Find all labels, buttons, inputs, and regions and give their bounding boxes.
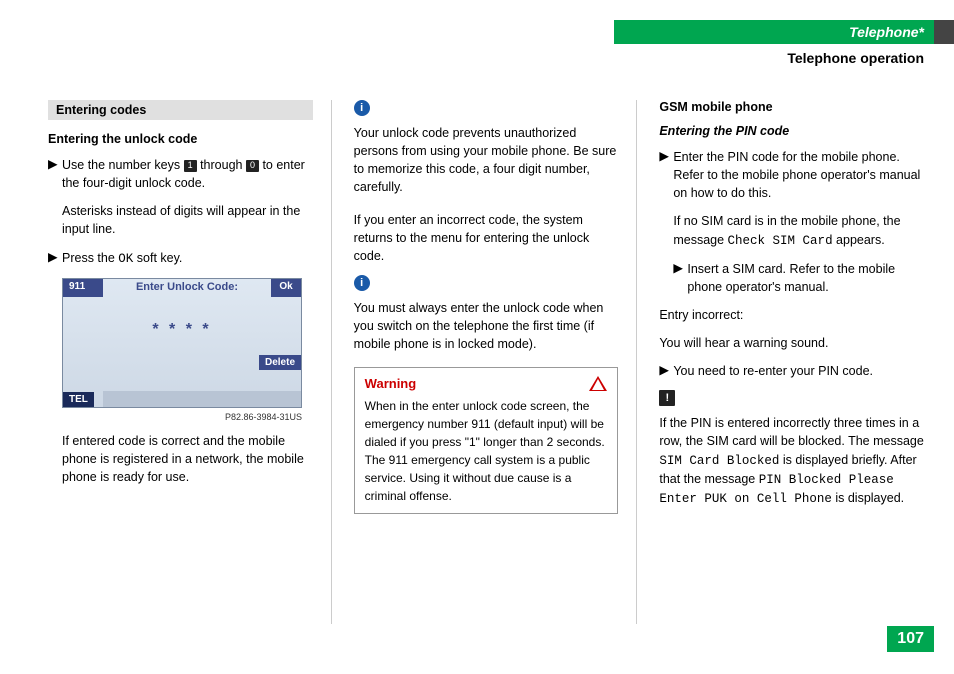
text: Press the [62, 251, 118, 265]
nested-step: ▶ Insert a SIM card. Refer to the mobile… [673, 260, 924, 296]
screen-label-911: 911 [63, 279, 103, 297]
page-number: 107 [887, 626, 934, 652]
column-1: Entering codes Entering the unlock code … [48, 100, 332, 624]
image-caption-code: P82.86-3984-31US [62, 412, 302, 422]
info-text: You must always enter the unlock code wh… [354, 299, 619, 353]
screen-softkey-delete: Delete [259, 355, 301, 370]
paragraph: If entered code is correct and the mobil… [62, 432, 313, 486]
display-msg-sim-blocked: SIM Card Blocked [659, 454, 779, 468]
step-text: You need to re-enter your PIN code. [673, 362, 924, 380]
subheading-gsm: GSM mobile phone [659, 100, 924, 114]
triangle-icon: ▶ [659, 362, 673, 380]
info-icon: i [354, 100, 370, 116]
text: appears. [833, 233, 885, 247]
step-text: Use the number keys 1 through 0 to enter… [62, 156, 313, 192]
screen-tab-tel: TEL [63, 392, 94, 407]
header-section-title: Telephone* [849, 24, 924, 40]
step-item: ▶ Press the OK soft key. [48, 249, 313, 268]
text: is displayed. [832, 491, 904, 505]
step-text: Insert a SIM card. Refer to the mobile p… [687, 260, 924, 296]
step-text: Press the OK soft key. [62, 249, 313, 268]
step-text: Enter the PIN code for the mobile phone.… [673, 148, 924, 202]
display-screenshot: 911 Enter Unlock Code: Ok * * * * Delete… [62, 278, 302, 408]
manual-page: Telephone* Telephone operation Entering … [0, 0, 954, 674]
text: soft key. [133, 251, 182, 265]
subheading-unlock: Entering the unlock code [48, 132, 313, 146]
step-followup: Asterisks instead of digits will appear … [62, 202, 313, 238]
paragraph: You will hear a warning sound. [659, 334, 924, 352]
screen-title: Enter Unlock Code: [103, 279, 271, 297]
triangle-icon: ▶ [48, 156, 62, 192]
warning-triangle-icon [589, 376, 607, 391]
info-note: i [354, 275, 619, 291]
text: If the PIN is entered incorrectly three … [659, 416, 923, 448]
column-3: GSM mobile phone Entering the PIN code ▶… [659, 100, 924, 624]
column-2: i Your unlock code prevents unauthorized… [354, 100, 638, 624]
exclamation-icon: ! [659, 390, 675, 406]
important-note: ! [659, 390, 924, 406]
triangle-icon: ▶ [48, 249, 62, 268]
note-text: If the PIN is entered incorrectly three … [659, 414, 924, 508]
triangle-icon: ▶ [673, 260, 687, 296]
step-item: ▶ You need to re-enter your PIN code. [659, 362, 924, 380]
step-item: ▶ Use the number keys 1 through 0 to ent… [48, 156, 313, 192]
info-text: Your unlock code prevents unauthorized p… [354, 124, 619, 197]
header-subsection: Telephone operation [787, 50, 924, 66]
paragraph: Entry incorrect: [659, 306, 924, 324]
thumb-tab [934, 20, 954, 44]
warning-title: Warning [365, 376, 417, 391]
warning-box: Warning When in the enter unlock code sc… [354, 367, 619, 514]
text: Use the number keys [62, 158, 184, 172]
softkey-ok: OK [118, 252, 133, 266]
display-msg-check-sim: Check SIM Card [728, 234, 833, 248]
subheading-pin: Entering the PIN code [659, 124, 924, 138]
info-note: i [354, 100, 619, 116]
screen-code-mask: * * * * [63, 321, 301, 339]
screen-softkey-ok: Ok [271, 279, 301, 297]
warning-body: When in the enter unlock code screen, th… [365, 397, 608, 505]
keypad-key-0: 0 [246, 160, 259, 172]
keypad-key-1: 1 [184, 160, 197, 172]
text: through [197, 158, 246, 172]
step-item: ▶ Enter the PIN code for the mobile phon… [659, 148, 924, 202]
screen-bottom-bar [103, 391, 301, 407]
info-text: If you enter an incorrect code, the syst… [354, 211, 619, 265]
triangle-icon: ▶ [659, 148, 673, 202]
step-followup: If no SIM card is in the mobile phone, t… [673, 212, 924, 249]
header-banner: Telephone* [614, 20, 934, 44]
info-icon: i [354, 275, 370, 291]
section-heading: Entering codes [48, 100, 313, 120]
content-columns: Entering codes Entering the unlock code … [48, 100, 924, 624]
